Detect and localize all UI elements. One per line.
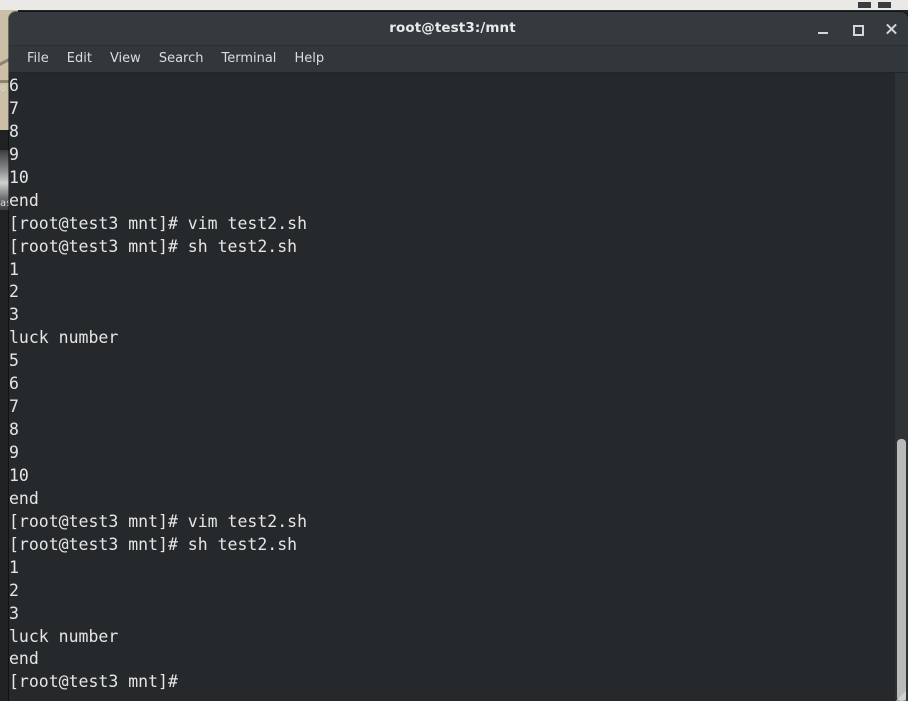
- terminal-line: luck number: [9, 626, 119, 646]
- terminal-line: end: [9, 190, 39, 210]
- terminal-line: [root@test3 mnt]# sh test2.sh: [9, 534, 298, 554]
- terminal-line: [root@test3 mnt]# sh test2.sh: [9, 236, 298, 256]
- terminal-line: 10: [9, 167, 29, 187]
- menu-item-edit[interactable]: Edit: [58, 46, 101, 72]
- terminal-scrollbar[interactable]: [895, 73, 908, 701]
- terminal-line: 1: [9, 557, 19, 577]
- window-controls: [814, 12, 900, 45]
- window-title: root@test3:/mnt: [389, 20, 516, 36]
- screen: o as root@test3:/mnt File Edit View Search T…: [0, 0, 908, 701]
- terminal-scrollbar-thumb[interactable]: [897, 439, 906, 701]
- terminal-window: root@test3:/mnt File Edit View Search Termin…: [9, 12, 908, 701]
- terminal-line: 8: [9, 420, 19, 440]
- close-icon: [882, 20, 900, 38]
- terminal-line: 3: [9, 305, 19, 325]
- terminal-line: end: [9, 649, 39, 669]
- minimize-button[interactable]: [814, 20, 832, 38]
- terminal-line: 9: [9, 144, 19, 164]
- terminal-line: luck number: [9, 328, 119, 348]
- menu-item-file[interactable]: File: [18, 46, 58, 72]
- background-text-fragment-top: o: [0, 83, 7, 94]
- terminal-line: 7: [9, 397, 19, 417]
- terminal-line: 7: [9, 98, 19, 118]
- menubar: File Edit View Search Terminal Help: [9, 46, 908, 73]
- minimize-icon: [814, 20, 832, 38]
- terminal-line: 8: [9, 121, 19, 141]
- resize-grip-icon[interactable]: ◢: [894, 688, 908, 701]
- maximize-button[interactable]: [848, 20, 866, 38]
- terminal-line: 1: [9, 259, 19, 279]
- maximize-icon: [848, 20, 866, 38]
- terminal-line: end: [9, 488, 39, 508]
- terminal-line: 2: [9, 282, 19, 302]
- terminal-line: 2: [9, 580, 19, 600]
- menu-item-help[interactable]: Help: [285, 46, 333, 72]
- panel-indicator-icon-2: [878, 2, 891, 8]
- menu-item-terminal[interactable]: Terminal: [212, 46, 285, 72]
- terminal-line: 6: [9, 76, 19, 95]
- terminal-line: [root@test3 mnt]#: [9, 672, 178, 692]
- titlebar[interactable]: root@test3:/mnt: [9, 12, 908, 46]
- terminal-body[interactable]: 6 7 8 9 10 end [root@test3 mnt]# vim test2.sh […: [9, 73, 908, 701]
- menu-item-search[interactable]: Search: [150, 46, 213, 72]
- terminal-line: 6: [9, 374, 19, 394]
- terminal-line: 10: [9, 465, 29, 485]
- terminal-output: 6 7 8 9 10 end [root@test3 mnt]# vim test2.sh […: [9, 73, 307, 694]
- menu-item-view[interactable]: View: [101, 46, 150, 72]
- terminal-line: 3: [9, 603, 19, 623]
- close-button[interactable]: [882, 20, 900, 38]
- panel-indicator-icon-1: [858, 2, 871, 8]
- terminal-line: 9: [9, 443, 19, 462]
- desktop-top-panel[interactable]: [0, 0, 908, 10]
- terminal-line: [root@test3 mnt]# vim test2.sh: [9, 511, 308, 531]
- terminal-line: [root@test3 mnt]# vim test2.sh: [9, 213, 308, 233]
- terminal-line: 5: [9, 351, 19, 371]
